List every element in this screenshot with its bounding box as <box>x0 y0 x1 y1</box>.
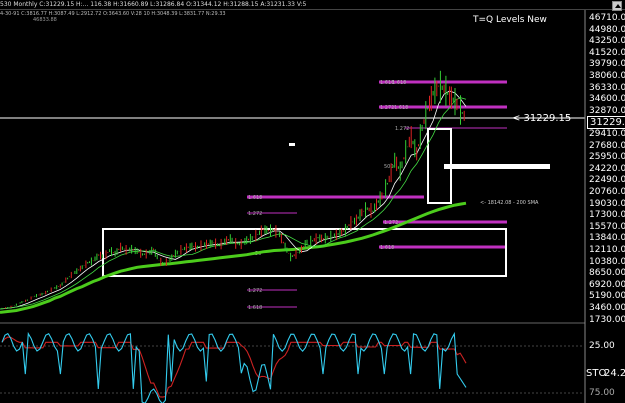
oscillator-value: 24.2 <box>604 368 625 379</box>
osc-level-25: 25.00 <box>589 341 615 351</box>
fib-label: 1.618 <box>392 80 406 86</box>
current-price-pointer: < 31229.15 <box>512 113 572 124</box>
fib-label: 1.618 <box>248 195 262 201</box>
fib-label: 500 <box>384 164 394 170</box>
fib-label: 1.272 <box>248 211 262 217</box>
marker-bar <box>444 164 550 169</box>
chart-window: 530 Monthly C:31229.15 H:... 116.38 H:31… <box>0 0 625 403</box>
fib-label: 1.272 <box>380 105 394 111</box>
consolidation-box <box>102 228 507 277</box>
price-chart[interactable]: 1.618 1.272 1.618 1.272 1.618 1.272 1.61… <box>0 0 625 403</box>
sma-label: <- 18142.08 - 200 SMA <box>480 200 539 206</box>
fib-label: 1.272 <box>248 288 262 294</box>
fib-level-lines <box>247 80 507 308</box>
fib-label: 1.618 <box>248 305 262 311</box>
fib-label: 1.272 <box>395 126 409 132</box>
fib-label: 1.618 <box>380 245 394 251</box>
fib-label: 1.618 <box>394 105 408 111</box>
osc-level-75: 75.00 <box>589 388 615 398</box>
marker-dash <box>289 143 295 146</box>
